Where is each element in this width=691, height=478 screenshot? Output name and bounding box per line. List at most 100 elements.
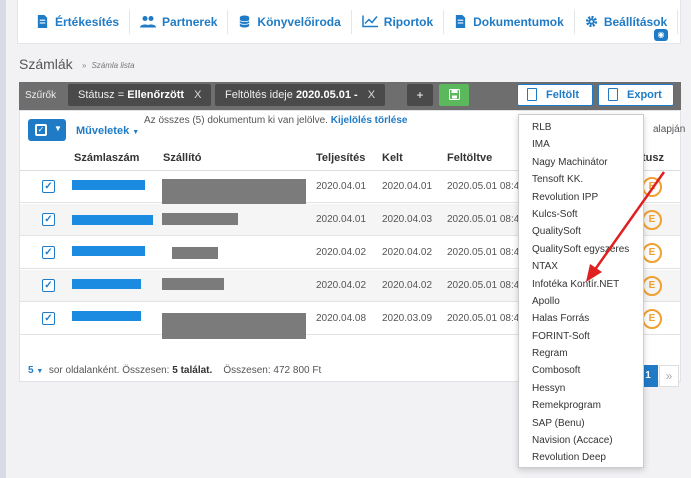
fulfilment-date: 2020.04.02 <box>316 280 367 291</box>
filter-bar: Szűrők Státusz = Ellenőrzött X Feltöltés … <box>19 82 681 110</box>
column-header-status[interactable]: tusz <box>642 152 664 164</box>
status-icon[interactable]: E <box>642 243 662 263</box>
nav-label: Beállítások <box>603 14 668 29</box>
redacted-supplier <box>162 278 224 290</box>
redacted-invoice-number <box>72 311 141 321</box>
menu-item[interactable]: Revolution IPP <box>519 189 643 206</box>
menu-item[interactable]: RLB <box>519 119 643 136</box>
upload-button-label: Feltölt <box>546 89 579 101</box>
menu-item[interactable]: QualitySoft <box>519 223 643 240</box>
upload-format-menu: RLB IMA Nagy Machinátor Tensoft KK. Revo… <box>518 114 644 468</box>
export-button-label: Export <box>627 89 662 101</box>
menu-item[interactable]: NTAX <box>519 258 643 275</box>
next-page-button[interactable]: » <box>659 365 679 387</box>
chip-close-icon[interactable]: X <box>368 89 375 101</box>
upload-date: 2020.05.01 08:4 <box>447 181 520 192</box>
upload-date: 2020.05.01 08:4 <box>447 247 520 258</box>
column-header-number[interactable]: Számlaszám <box>74 152 139 164</box>
menu-item[interactable]: Tensoft KK. <box>519 171 643 188</box>
menu-item[interactable]: QualitySoft egyszeres <box>519 241 643 258</box>
sum-total: Összesen: 472 800 Ft <box>223 365 322 376</box>
menu-item[interactable]: Halas Forrás <box>519 310 643 327</box>
menu-item[interactable]: FORINT-Soft <box>519 328 643 345</box>
redacted-supplier <box>172 247 218 259</box>
issue-date: 2020.04.02 <box>382 247 433 258</box>
status-icon[interactable]: E <box>642 177 662 197</box>
menu-item[interactable]: IMA <box>519 136 643 153</box>
nav-item-reports[interactable]: Riportok <box>352 9 445 34</box>
row-checkbox[interactable]: ✓ <box>42 213 55 226</box>
nav-label: Könyvelőiroda <box>257 14 341 29</box>
chip-prefix: Státusz = <box>78 89 128 101</box>
fulfilment-date: 2020.04.02 <box>316 247 367 258</box>
camera-icon[interactable]: ◉ <box>654 29 668 41</box>
row-checkbox[interactable]: ✓ <box>42 312 55 325</box>
nav-item-sales[interactable]: Értékesítés <box>26 9 131 34</box>
issue-date: 2020.04.03 <box>382 214 433 225</box>
menu-item[interactable]: Infotéka Kontír.NET <box>519 276 643 293</box>
save-icon <box>448 89 460 100</box>
filter-chip-upload-date[interactable]: Feltöltés ideje 2020.05.01 - X <box>215 84 386 106</box>
top-navigation: Értékesítés Partnerek Könyvelőiroda Ripo… <box>17 0 681 44</box>
add-filter-button[interactable]: + <box>407 84 433 106</box>
row-checkbox[interactable]: ✓ <box>42 180 55 193</box>
nav-label: Riportok <box>383 14 434 29</box>
page-size-value: 5 <box>28 365 34 376</box>
fulfilment-date: 2020.04.01 <box>316 214 367 225</box>
breadcrumb: » Számla lista <box>82 61 135 70</box>
chip-prefix: Feltöltés ideje <box>225 89 296 101</box>
export-button[interactable]: Export <box>598 84 674 106</box>
clear-selection-link[interactable]: Kijelölés törlése <box>331 115 408 126</box>
fulfilment-date: 2020.04.08 <box>316 313 367 324</box>
filter-chip-status[interactable]: Státusz = Ellenőrzött X <box>68 84 212 106</box>
row-checkbox[interactable]: ✓ <box>42 246 55 259</box>
nav-label: Értékesítés <box>55 14 120 29</box>
issue-date: 2020.04.02 <box>382 280 433 291</box>
document-icon <box>37 15 48 28</box>
menu-item[interactable]: SAP (Benu) <box>519 415 643 432</box>
sort-by-text: alapján <box>653 124 686 135</box>
status-icon[interactable]: E <box>642 210 662 230</box>
pagination-info: 5 ▼ sor oldalanként. Összesen: 5 találat… <box>28 365 321 376</box>
menu-item[interactable]: Navision (Accace) <box>519 432 643 449</box>
menu-item[interactable]: Hessyn <box>519 380 643 397</box>
database-icon <box>240 15 250 28</box>
nav-item-accounting-office[interactable]: Könyvelőiroda <box>228 9 352 34</box>
users-icon <box>140 16 157 28</box>
column-header-supplier[interactable]: Szállító <box>163 152 202 164</box>
save-filter-button[interactable] <box>439 84 469 106</box>
issue-date: 2020.03.09 <box>382 313 433 324</box>
redacted-invoice-number <box>72 180 145 190</box>
column-header-date[interactable]: Kelt <box>382 152 403 164</box>
chip-close-icon[interactable]: X <box>194 89 201 101</box>
fulfilment-date: 2020.04.01 <box>316 181 367 192</box>
export-document-icon <box>608 88 618 101</box>
redacted-supplier <box>162 179 306 205</box>
menu-item[interactable]: Combosoft <box>519 362 643 379</box>
select-all-button[interactable]: ✓ ▼ <box>28 119 66 141</box>
menu-item[interactable]: Remekprogram <box>519 397 643 414</box>
line-chart-icon <box>362 15 378 28</box>
column-header-uploaded[interactable]: Feltöltve <box>447 152 492 164</box>
redacted-invoice-number <box>72 279 141 289</box>
row-checkbox[interactable]: ✓ <box>42 279 55 292</box>
menu-item[interactable]: Regram <box>519 345 643 362</box>
page-size-select[interactable]: 5 ▼ <box>28 365 43 376</box>
menu-item[interactable]: Kulcs-Soft <box>519 206 643 223</box>
column-header-fulfilment[interactable]: Teljesítés <box>316 152 365 164</box>
menu-item[interactable]: Apollo <box>519 293 643 310</box>
upload-button[interactable]: Feltölt <box>517 84 593 106</box>
nav-item-documents[interactable]: Dokumentumok <box>444 9 575 34</box>
upload-date: 2020.05.01 08:4 <box>447 214 520 225</box>
document-icon <box>455 15 466 28</box>
caret-down-icon: ▼ <box>132 129 140 136</box>
nav-item-partners[interactable]: Partnerek <box>130 9 229 34</box>
menu-item[interactable]: Revolution Deep <box>519 449 643 466</box>
chip-value: Ellenőrzött <box>127 89 185 101</box>
breadcrumb-current[interactable]: Számla lista <box>91 61 134 70</box>
total-results: 5 találat. <box>172 365 213 376</box>
status-icon[interactable]: E <box>642 276 662 296</box>
actions-dropdown[interactable]: Műveletek ▼ <box>76 125 139 137</box>
status-icon[interactable]: E <box>642 309 662 329</box>
menu-item[interactable]: Nagy Machinátor <box>519 154 643 171</box>
